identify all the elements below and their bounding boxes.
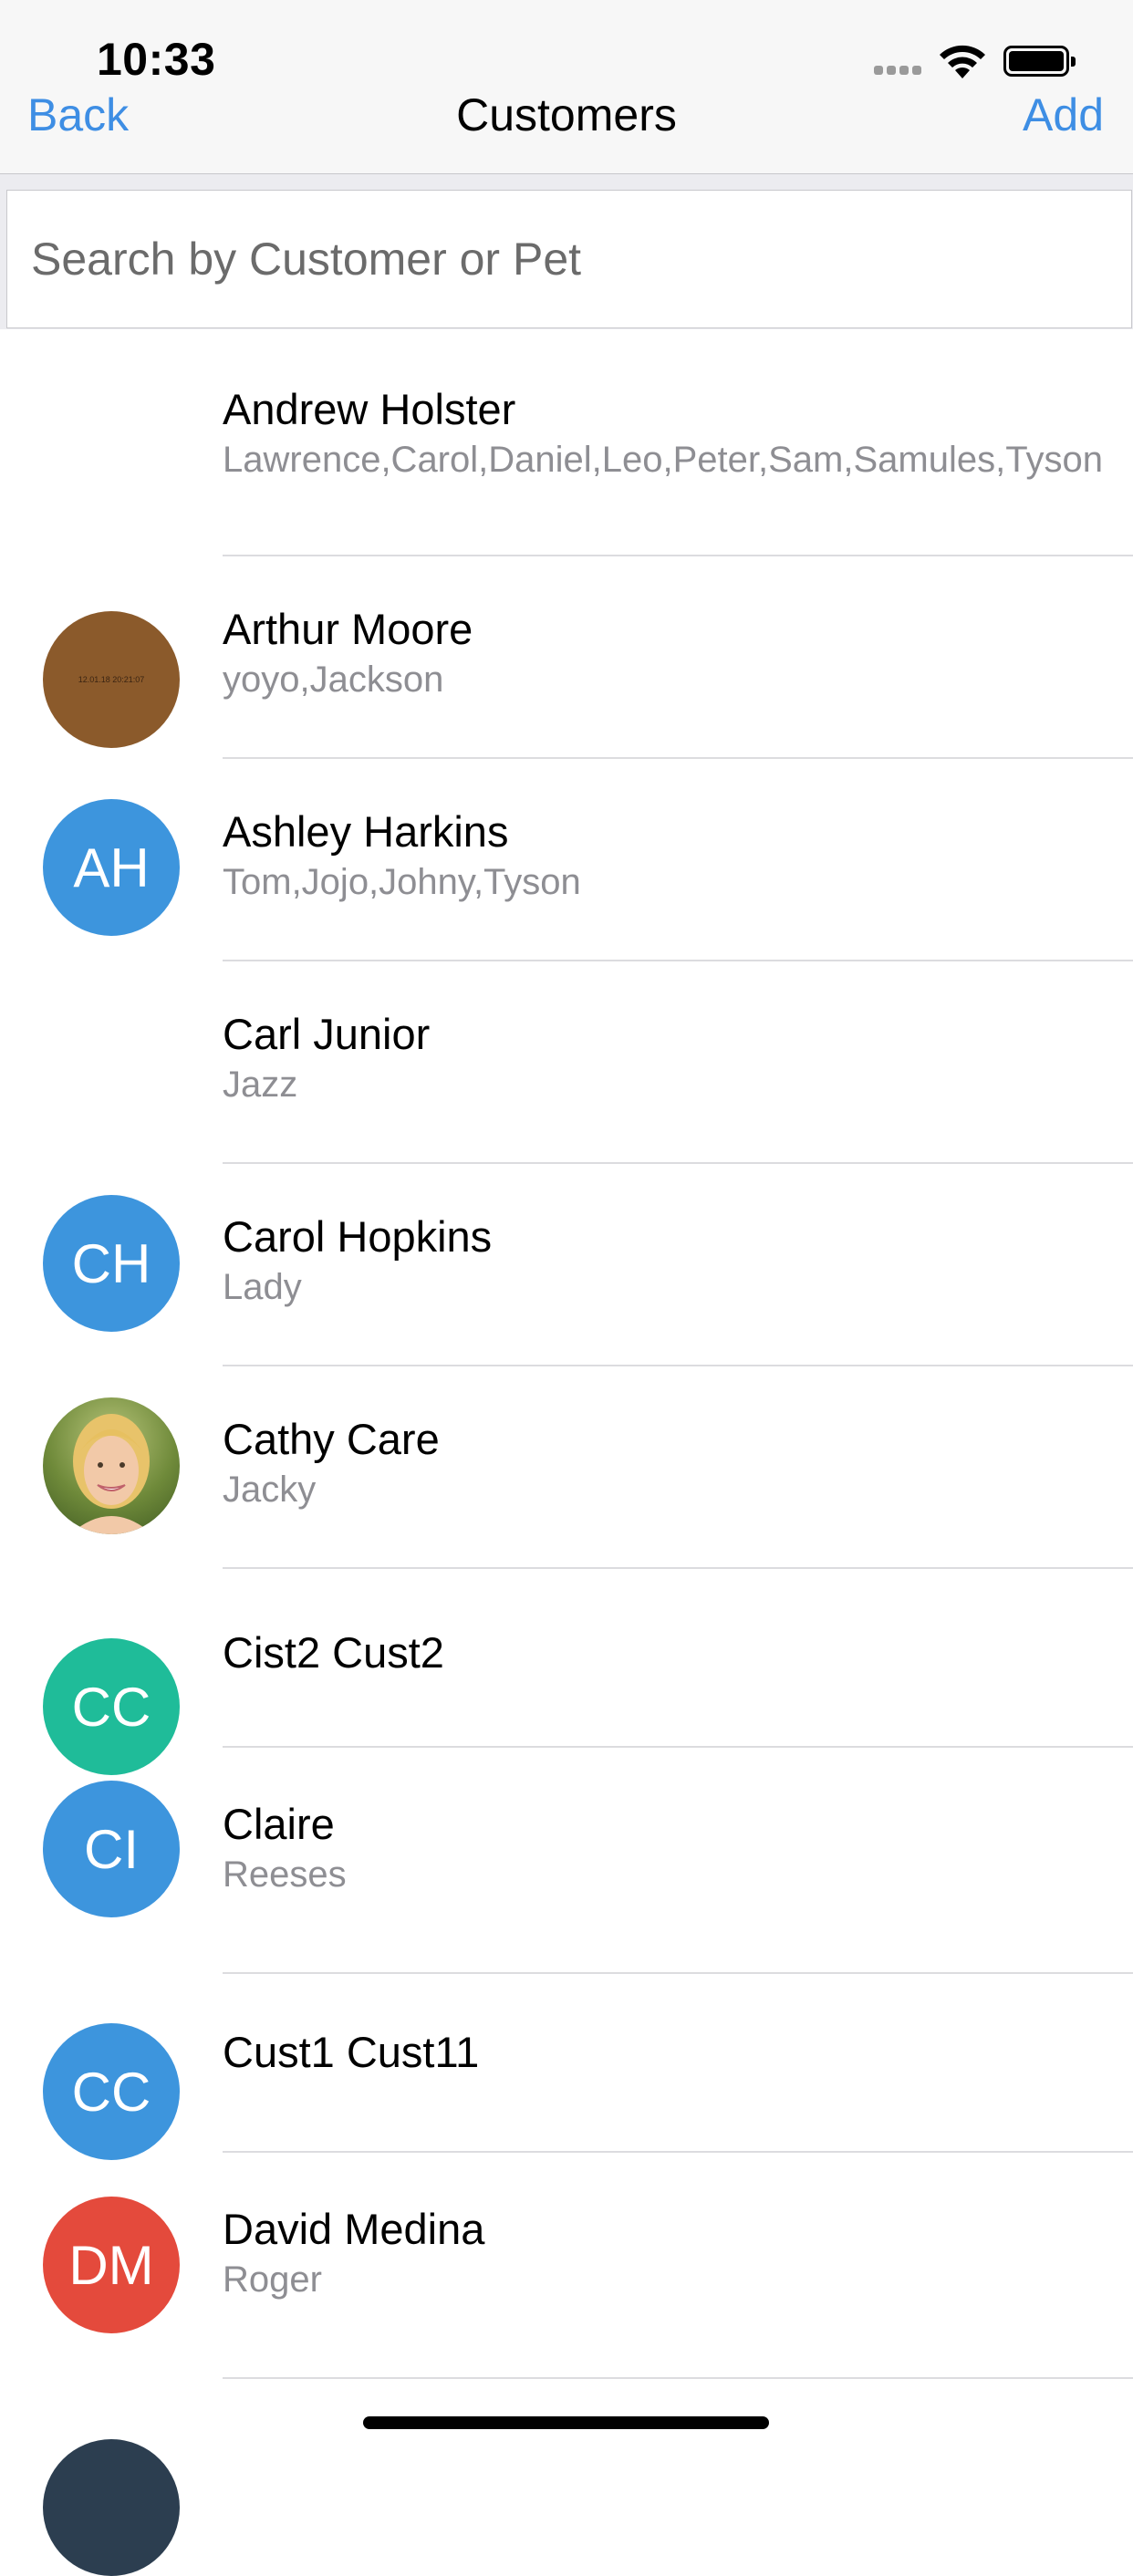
avatar-initials: AH bbox=[73, 836, 150, 898]
search-input[interactable] bbox=[6, 190, 1132, 328]
customer-name: Carol Hopkins bbox=[223, 1212, 493, 1261]
avatar: 12.01.18 20:21:07 bbox=[43, 611, 180, 748]
home-indicator bbox=[363, 2416, 769, 2429]
customer-list: Andrew Holster Lawrence,Carol,Daniel,Leo,… bbox=[0, 329, 1133, 2379]
avatar-initials: CI bbox=[84, 1818, 139, 1880]
avatar: DM bbox=[43, 2197, 180, 2333]
customer-row[interactable]: CI Claire Reeses bbox=[0, 1748, 1133, 1974]
back-button[interactable]: Back bbox=[27, 88, 129, 141]
pet-names: yoyo,Jackson bbox=[223, 660, 444, 700]
pet-names: Tom,Jojo,Johny,Tyson bbox=[223, 862, 581, 902]
avatar: CC bbox=[43, 2023, 180, 2160]
navigation-bar: Back Customers Add bbox=[0, 89, 1133, 174]
status-bar: 10:33 bbox=[0, 0, 1133, 100]
avatar-initials: DM bbox=[68, 2234, 154, 2296]
add-customer-button[interactable]: Add bbox=[1023, 88, 1104, 141]
avatar-initials: CC bbox=[71, 2061, 151, 2123]
customer-name: Andrew Holster bbox=[223, 385, 516, 433]
customer-row[interactable]: Carl Junior Jazz bbox=[0, 961, 1133, 1164]
search-bar bbox=[0, 174, 1133, 329]
pet-names: Lawrence,Carol,Daniel,Leo,Peter,Sam,Samu… bbox=[223, 440, 1103, 480]
avatar bbox=[43, 2439, 180, 2576]
customer-row[interactable]: CC Cust1 Cust11 bbox=[0, 1974, 1133, 2160]
customer-name: Cust1 Cust11 bbox=[223, 2028, 480, 2076]
customer-name: Carl Junior bbox=[223, 1010, 431, 1058]
status-time: 10:33 bbox=[97, 34, 216, 85]
battery-icon bbox=[1003, 46, 1076, 77]
avatar-photo bbox=[43, 1397, 180, 1534]
photo-timestamp: 12.01.18 20:21:07 bbox=[78, 675, 145, 684]
pet-names: Jacky bbox=[223, 1470, 317, 1510]
cellular-signal-icon bbox=[874, 66, 921, 75]
customer-row[interactable]: DM David Medina Roger bbox=[0, 2153, 1133, 2379]
customer-row[interactable]: 12.01.18 20:21:07 Arthur Moore yoyo,Jackso… bbox=[0, 556, 1133, 759]
avatar-initials: CH bbox=[71, 1232, 151, 1294]
avatar: CI bbox=[43, 1781, 180, 1917]
customer-row[interactable]: CC Cist2 Cust2 bbox=[0, 1569, 1133, 1775]
customer-row[interactable]: AH Ashley Harkins Tom,Jojo,Johny,Tyson bbox=[0, 759, 1133, 961]
customer-name: Arthur Moore bbox=[223, 605, 473, 653]
avatar: AH bbox=[43, 799, 180, 936]
wifi-icon bbox=[940, 45, 985, 78]
customer-row[interactable]: Cathy Care Jacky bbox=[0, 1366, 1133, 1569]
customer-row[interactable]: Andrew Holster Lawrence,Carol,Daniel,Leo,… bbox=[0, 329, 1133, 556]
customer-row[interactable]: CH Carol Hopkins Lady bbox=[0, 1164, 1133, 1366]
pet-names: Lady bbox=[223, 1267, 302, 1307]
customer-name: Claire bbox=[223, 1800, 335, 1848]
pet-names: Reeses bbox=[223, 1854, 347, 1895]
customer-name: David Medina bbox=[223, 2205, 485, 2253]
pet-names: Roger bbox=[223, 2259, 322, 2300]
pet-names: Jazz bbox=[223, 1065, 298, 1105]
avatar-initials: CC bbox=[71, 1676, 151, 1738]
customer-name: Cathy Care bbox=[223, 1415, 440, 1463]
customer-name: Cist2 Cust2 bbox=[223, 1628, 444, 1677]
customer-name: Ashley Harkins bbox=[223, 807, 509, 856]
row-divider bbox=[223, 2377, 1133, 2379]
avatar: CH bbox=[43, 1195, 180, 1332]
